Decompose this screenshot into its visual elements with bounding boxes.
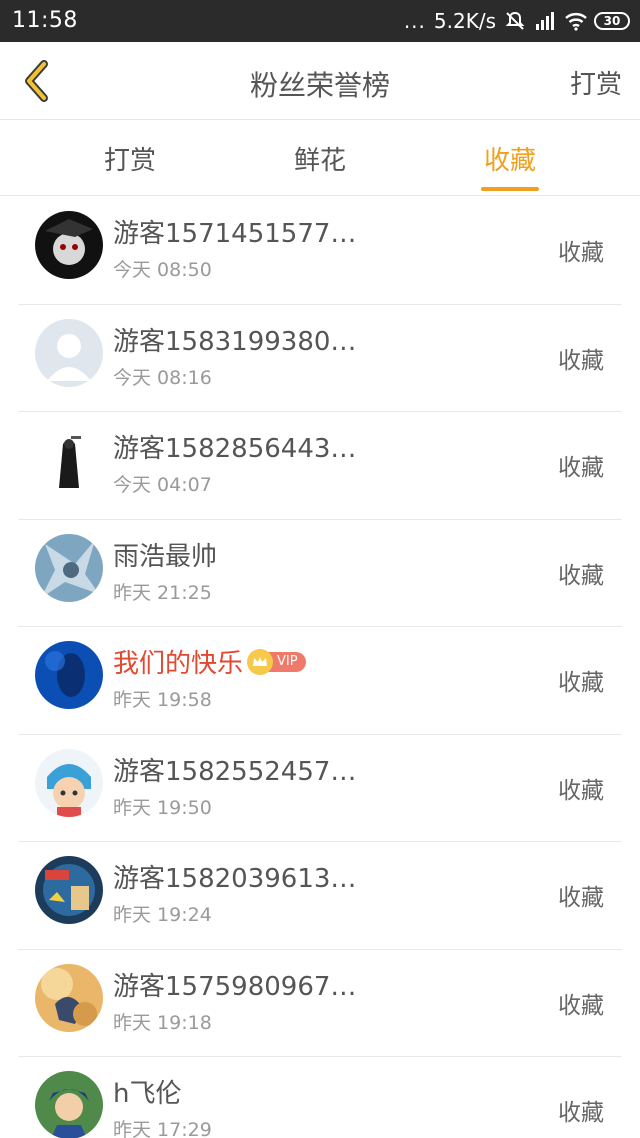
fan-name: 游客1582552457… [113,756,357,787]
notification-dots: ... [403,9,426,33]
avatar[interactable] [35,533,103,602]
crown-icon [247,648,274,675]
list-item[interactable]: 游客1571451577… 今天 08:50 收藏 [18,197,622,305]
fan-time: 今天 04:07 [113,474,212,496]
fan-name: h飞伦 [113,1079,182,1109]
list-item[interactable]: 游客1582039613… 昨天 19:24 收藏 [18,842,622,950]
avatar[interactable] [35,963,103,1032]
list-item[interactable]: 游客1575980967… 昨天 19:18 收藏 [18,950,622,1057]
action-label: 收藏 [558,455,604,481]
page-title: 粉丝荣誉榜 [249,69,390,102]
active-tab-indicator [481,187,539,191]
action-label: 收藏 [558,670,604,696]
action-label: 收藏 [558,777,604,804]
avatar[interactable] [35,1071,103,1138]
action-label: 收藏 [558,347,604,374]
fan-time: 昨天 19:18 [113,1011,212,1034]
fan-time: 今天 08:16 [113,366,212,389]
avatar[interactable] [35,318,103,387]
action-label: 收藏 [558,240,604,266]
status-icons: ... 5.2K/s 30 [404,8,630,34]
avatar[interactable] [35,211,103,279]
tab-bar: 打赏 鲜花 收藏 [0,120,640,196]
vip-badge: VIP [247,648,306,675]
fan-time: 昨天 19:24 [113,904,212,926]
fan-name: 游客1571451577… [113,219,357,249]
list-item[interactable]: 雨浩最帅 昨天 21:25 收藏 [18,520,622,627]
list-item[interactable]: 游客1582552457… 昨天 19:50 收藏 [18,735,622,842]
action-label: 收藏 [558,1100,604,1126]
list-item[interactable]: 游客1583199380… 今天 08:16 收藏 [18,305,622,412]
action-label: 收藏 [558,885,604,911]
mute-bell-icon [504,10,526,32]
fan-name: 雨浩最帅 [113,541,218,572]
signal-icon [534,10,556,32]
list-item[interactable]: 我们的快乐 VIP 昨天 19:58 收藏 [18,627,622,735]
fan-time: 今天 08:50 [113,259,212,281]
battery-icon: 30 [594,12,630,30]
fan-name: 我们的快乐 VIP [113,643,306,680]
avatar[interactable] [35,856,103,924]
list-item[interactable]: 游客1582856443… 今天 04:07 收藏 [18,412,622,520]
fan-time: 昨天 21:25 [113,581,212,604]
status-bar: 11:58 ... 5.2K/s 30 [0,0,640,42]
tab-favorites[interactable]: 收藏 [460,140,560,177]
tab-flowers[interactable]: 鲜花 [270,140,370,177]
fan-time: 昨天 19:58 [113,689,212,711]
action-label: 收藏 [558,562,604,589]
list-item[interactable]: h飞伦 昨天 17:29 收藏 [18,1057,622,1138]
fan-name-text: 我们的快乐 [113,649,244,679]
fan-name: 游客1582039613… [113,864,357,894]
reward-button[interactable]: 打赏 [570,64,622,101]
wifi-icon [564,10,587,32]
action-label: 收藏 [558,992,604,1019]
avatar[interactable] [35,426,103,494]
fan-name: 游客1582856443… [113,434,357,464]
avatar[interactable] [35,641,103,709]
fan-time: 昨天 19:50 [113,796,212,819]
fan-time: 昨天 17:29 [113,1119,212,1138]
status-time: 11:58 [12,8,78,33]
net-speed: 5.2K/s [433,9,496,33]
tab-reward[interactable]: 打赏 [80,140,180,177]
avatar[interactable] [35,748,103,817]
fan-name: 游客1575980967… [113,971,357,1002]
fan-name: 游客1583199380… [113,326,357,357]
app-header: 粉丝荣誉榜 打赏 [0,42,640,120]
fan-list: 游客1571451577… 今天 08:50 收藏 游客1583199380… … [0,197,640,1138]
